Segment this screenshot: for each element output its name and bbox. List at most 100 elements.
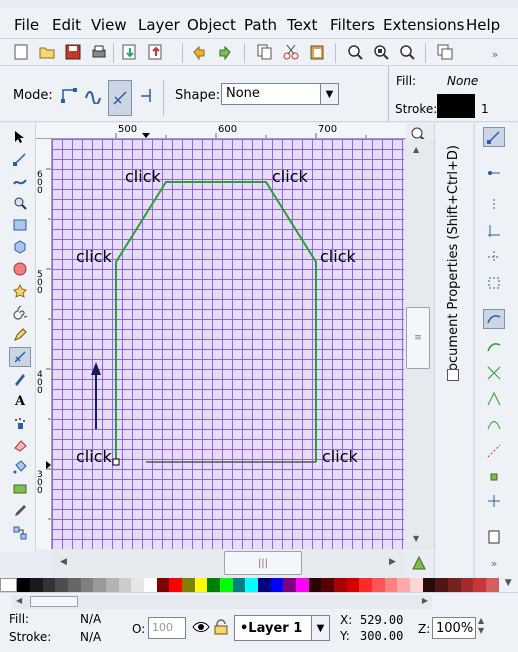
pen-tool-icon[interactable] (9, 347, 31, 367)
eye-icon[interactable] (192, 619, 210, 638)
node-tool-icon[interactable] (9, 149, 31, 169)
fill-value[interactable]: None (447, 74, 478, 88)
open-folder-icon[interactable] (38, 43, 56, 61)
no-color-swatch[interactable] (0, 578, 18, 592)
zoom-drawing-icon[interactable] (372, 43, 390, 61)
menu-object[interactable]: Object (187, 16, 236, 34)
status-fill-value[interactable]: N/A (80, 612, 101, 626)
drawing-canvas[interactable]: click click click click click click (52, 139, 404, 549)
document-properties-tab[interactable]: Document Properties (Shift+Ctrl+D) (446, 145, 461, 381)
more-snap-icon[interactable]: » (483, 553, 505, 573)
eraser-tool-icon[interactable] (9, 435, 31, 455)
bspline-mode-icon[interactable] (108, 80, 132, 116)
cut-icon[interactable] (282, 43, 300, 61)
snap-paths-icon[interactable] (483, 337, 505, 357)
menu-view[interactable]: View (91, 16, 127, 34)
menu-help[interactable]: Help (466, 16, 500, 34)
zoom-tool-icon[interactable] (9, 193, 31, 213)
status-stroke-value[interactable]: N/A (80, 630, 101, 644)
palette-scrollbar[interactable]: ◀ ▶ (12, 595, 432, 609)
spray-tool-icon[interactable] (9, 413, 31, 433)
import-icon[interactable] (121, 43, 139, 61)
scroll-right-icon[interactable]: ▶ (389, 557, 396, 567)
menu-path[interactable]: Path (244, 16, 277, 34)
bucket-tool-icon[interactable] (9, 457, 31, 477)
paraxial-mode-icon[interactable] (138, 86, 156, 104)
new-document-icon[interactable] (12, 43, 30, 61)
paste-icon[interactable] (308, 43, 326, 61)
menu-text[interactable]: Text (287, 16, 317, 34)
snap-enable-icon[interactable] (483, 127, 505, 147)
calligraphy-tool-icon[interactable] (9, 369, 31, 389)
zoom-stepper-icon[interactable]: ▲ ▼ (478, 616, 484, 636)
export-icon[interactable] (147, 43, 165, 61)
stroke-swatch[interactable] (437, 94, 475, 118)
zoom-page-icon[interactable] (398, 43, 416, 61)
undo-icon[interactable] (190, 43, 208, 61)
palette-scroll-icon[interactable]: ▼ (498, 578, 518, 592)
bezier-mode-icon[interactable] (60, 86, 78, 104)
menu-edit[interactable]: Edit (52, 16, 81, 34)
menu-layer[interactable]: Layer (138, 16, 180, 34)
zoom-spinbox[interactable]: 100% (432, 617, 476, 639)
gradient-tool-icon[interactable] (9, 479, 31, 499)
snap-rotation-center-icon[interactable] (483, 491, 505, 511)
status-bar: ◀ ▶ Fill: N/A Stroke: N/A O: 100 •Layer … (0, 592, 518, 652)
stroke-width-value[interactable]: 1 (481, 102, 489, 116)
copy-icon[interactable] (256, 43, 274, 61)
layer-select[interactable]: •Layer 1 ▼ (234, 615, 330, 641)
scroll-left-icon[interactable]: ◀ (16, 596, 22, 605)
star-tool-icon[interactable] (9, 281, 31, 301)
rectangle-tool-icon[interactable] (9, 215, 31, 235)
ellipse-tool-icon[interactable] (9, 259, 31, 279)
horizontal-scroll-thumb[interactable]: ||| (224, 551, 302, 575)
snap-bbox-corner-icon[interactable] (483, 221, 505, 241)
redo-icon[interactable] (216, 43, 234, 61)
horizontal-scrollbar[interactable]: ◀ ||| ▶ (52, 549, 404, 577)
3d-box-tool-icon[interactable] (9, 237, 31, 257)
snap-nodes-icon[interactable] (483, 309, 505, 329)
spiral-tool-icon[interactable] (9, 303, 31, 323)
pencil-tool-icon[interactable] (9, 325, 31, 345)
menu-extensions[interactable]: Extensions (383, 16, 464, 34)
snap-bbox-midpoint-icon[interactable] (483, 247, 505, 267)
more-commands-icon[interactable]: » (486, 45, 504, 63)
snap-intersections-icon[interactable] (483, 363, 505, 383)
palette-scroll-thumb[interactable] (30, 596, 78, 607)
lock-icon[interactable] (214, 619, 228, 638)
opacity-spinbox[interactable]: 100 (148, 617, 186, 639)
menu-filters[interactable]: Filters (330, 16, 375, 34)
drawn-path[interactable] (52, 139, 404, 549)
zoom-selection-icon[interactable] (346, 43, 364, 61)
vertical-ruler[interactable]: 600 500 400 300 (36, 139, 52, 549)
text-tool-icon[interactable]: A (9, 391, 31, 411)
snap-bbox-icon[interactable] (483, 163, 505, 183)
scroll-right-icon[interactable]: ▶ (422, 596, 428, 605)
opacity-label: O: (132, 622, 146, 636)
snap-midpoints-icon[interactable] (483, 441, 505, 461)
color-palette[interactable]: ▼ (0, 578, 518, 592)
scroll-left-icon[interactable]: ◀ (60, 557, 67, 567)
snap-bbox-center-icon[interactable] (483, 273, 505, 293)
dropper-tool-icon[interactable] (9, 501, 31, 521)
vertical-scroll-thumb[interactable]: ≡ (406, 307, 430, 369)
duplicate-icon[interactable] (436, 43, 454, 61)
print-icon[interactable] (90, 43, 108, 61)
snap-object-center-icon[interactable] (483, 467, 505, 487)
color-manage-icon[interactable] (411, 555, 427, 574)
snap-bbox-edge-icon[interactable] (483, 195, 505, 215)
snap-cusp-nodes-icon[interactable] (483, 389, 505, 409)
shape-select[interactable]: None ▼ (221, 83, 339, 105)
snap-page-border-icon[interactable] (483, 527, 505, 547)
horizontal-ruler[interactable]: 500 600 700 (36, 123, 406, 139)
scroll-up-icon[interactable]: ▲ (413, 145, 419, 154)
save-icon[interactable] (64, 43, 82, 61)
snap-smooth-nodes-icon[interactable] (483, 415, 505, 435)
connector-tool-icon[interactable] (9, 523, 31, 543)
menu-file[interactable]: File (14, 16, 39, 34)
scroll-down-icon[interactable]: ▼ (413, 534, 419, 543)
tweak-tool-icon[interactable] (9, 171, 31, 191)
selector-tool-icon[interactable] (9, 127, 31, 147)
vertical-scrollbar[interactable]: ▲ ≡ ▼ (404, 139, 434, 549)
spiro-mode-icon[interactable] (84, 86, 102, 104)
